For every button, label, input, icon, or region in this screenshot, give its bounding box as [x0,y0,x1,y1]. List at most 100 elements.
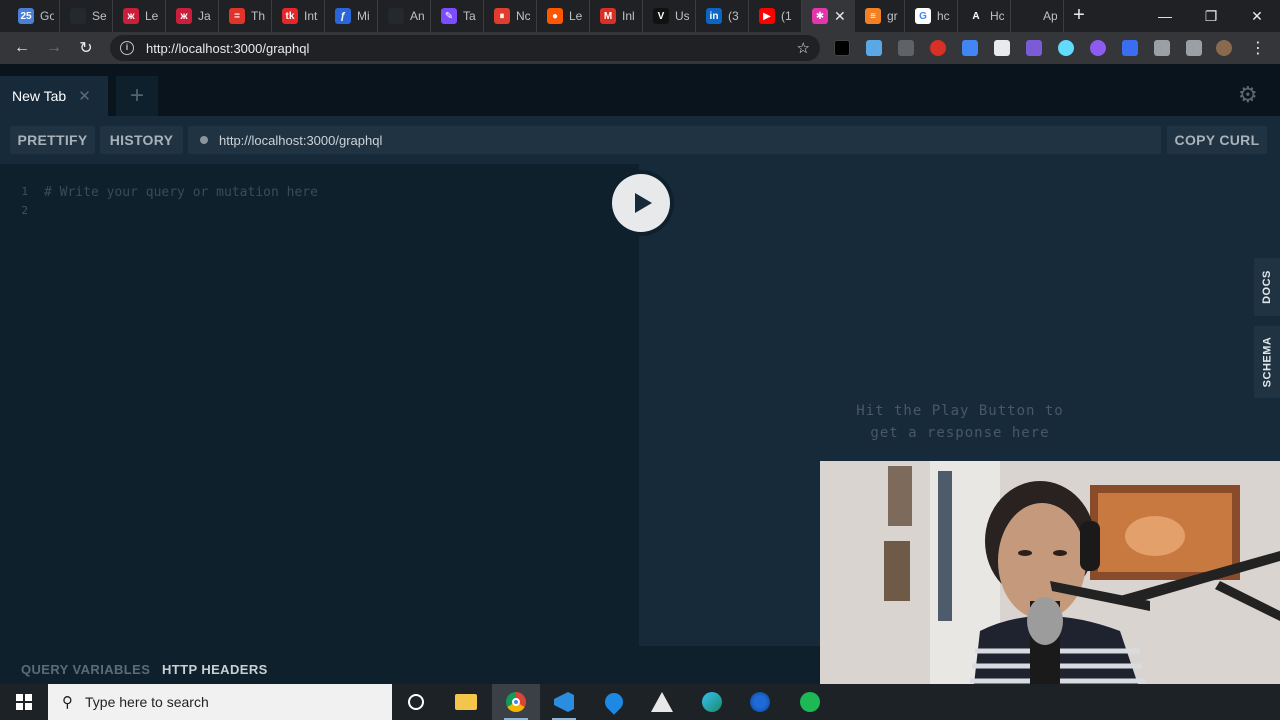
taskbar-search-placeholder[interactable]: Type here to search [85,694,209,710]
browser-tab-title: Nc [516,9,530,23]
endpoint-status-dot [200,136,208,144]
extension-shield-icon[interactable] [930,40,946,56]
new-tab-button[interactable]: + [1068,5,1090,27]
line-number: 2 [21,204,28,217]
http-headers-tab[interactable]: HTTP HEADERS [162,662,268,677]
close-window-button[interactable]: ✕ [1234,0,1280,32]
windows-start-button[interactable] [0,684,48,720]
reload-icon[interactable]: ↻ [74,36,98,60]
minimize-button[interactable]: — [1142,0,1188,32]
browser-tab[interactable]: tk Int [272,0,325,32]
schema-tab-label: SCHEMA [1261,336,1274,388]
browser-tab-title: Le [145,9,159,23]
query-editor[interactable]: 1 2 # Write your query or mutation here [0,164,639,646]
docs-tab[interactable]: DOCS [1254,258,1280,316]
settings-gear-icon[interactable]: ⚙ [1238,82,1258,108]
browser-tab[interactable]: Se [60,0,113,32]
extension-apollo-icon[interactable] [1090,40,1106,56]
browser-tab-title: Ta [463,9,476,23]
browser-tab[interactable]: A Hc [958,0,1011,32]
extension-reader-icon[interactable] [994,40,1010,56]
editor-placeholder: # Write your query or mutation here [44,185,318,200]
browser-tab-title: Th [251,9,265,23]
browser-tab-title: Mi [357,9,370,23]
browser-tab[interactable]: = Th [219,0,272,32]
tab-favicon-icon: ж [176,8,192,24]
chrome-taskbar-icon[interactable] [492,684,540,720]
playground-tab[interactable]: New Tab ✕ [0,76,108,116]
prettify-button[interactable]: PRETTIFY [10,126,95,154]
taskbar-search-box[interactable]: ⚲ Type here to search [48,684,392,720]
browser-tab[interactable]: ƒ Mi [325,0,378,32]
browser-tab[interactable]: ж Le [113,0,166,32]
chrome-menu-icon[interactable]: ⋮ [1246,36,1270,60]
docs-tab-label: DOCS [1261,270,1273,304]
reading-list-icon[interactable] [1186,40,1202,56]
schema-tab[interactable]: SCHEMA [1254,326,1280,398]
browser-tab[interactable]: ● Le [537,0,590,32]
inkscape-taskbar-icon[interactable] [638,684,686,720]
browser-tab-title: Int [304,9,318,23]
browser-tab[interactable]: Ghc [905,0,958,32]
address-bar-url[interactable]: http://localhost:3000/graphql [146,41,309,56]
bookmark-star-icon[interactable]: ☆ [797,39,810,57]
tab-favicon-icon: ƒ [335,8,351,24]
tab-favicon-icon [70,8,86,24]
result-hint-line2: get a response here [870,425,1050,441]
extensions-puzzle-icon[interactable] [1154,40,1170,56]
line-number: 1 [21,185,28,198]
tab-favicon-icon: ✎ [441,8,457,24]
browser-tab[interactable]: ≡ gr [855,0,905,32]
extension-react-icon[interactable] [1058,40,1074,56]
extension-bird-icon[interactable] [866,40,882,56]
copy-curl-button[interactable]: COPY CURL [1167,126,1267,154]
extension-cast-icon[interactable] [898,40,914,56]
browser-tab[interactable]: ж Ja [166,0,219,32]
browser-tab[interactable]: ✱ ✕ [802,0,855,32]
site-info-icon[interactable]: i [120,41,134,55]
file-explorer-icon[interactable] [442,684,490,720]
extension-translate-icon[interactable] [962,40,978,56]
cortana-icon[interactable] [392,684,440,720]
maps-taskbar-icon[interactable] [590,684,638,720]
browser-tab[interactable]: M Inl [590,0,643,32]
extension-play-icon[interactable] [834,40,850,56]
browser-tab-title: Hc [990,9,1004,23]
browser-tab-strip: 25 Go Se ж Le ж Ja = Th tk Int ƒ Mi An ✎ Ta ⏸ Nc ● Le M Inl V U… [0,0,1280,32]
close-tab-icon[interactable]: ✕ [834,8,846,25]
browser-tab[interactable]: V Us [643,0,696,32]
extension-badge-icon[interactable] [1026,40,1042,56]
profile-avatar[interactable] [1216,40,1232,56]
search-icon: ⚲ [62,694,73,711]
browser-tab[interactable]: ⏸ Nc [484,0,537,32]
browser-tab[interactable]: in (3 [696,0,749,32]
endpoint-input[interactable]: http://localhost:3000/graphql [188,126,1161,154]
execute-query-button[interactable] [608,170,674,236]
tab-favicon-icon: = [229,8,245,24]
tab-favicon-icon: ▶ [759,8,775,24]
restore-button[interactable]: ❐ [1188,0,1234,32]
address-bar[interactable]: i http://localhost:3000/graphql ☆ [110,35,820,61]
history-button[interactable]: HISTORY [100,126,183,154]
spotify-taskbar-icon[interactable] [786,684,834,720]
webcam-feed-image [820,461,1280,720]
browser-tab[interactable]: ✎ Ta [431,0,484,32]
browser-tab-title: Ja [198,9,211,23]
vscode-taskbar-icon[interactable] [540,684,588,720]
add-tab-button[interactable]: + [116,76,158,116]
play-button-circle [612,174,670,232]
browser-tab[interactable]: 25 Go [8,0,60,32]
tab-favicon-icon: A [968,8,984,24]
forward-icon[interactable]: → [42,36,66,60]
browser-tab[interactable]: An [378,0,431,32]
close-tab-icon[interactable]: ✕ [78,87,91,105]
browser-tab[interactable]: ▶ (1 [749,0,802,32]
endpoint-url[interactable]: http://localhost:3000/graphql [219,133,382,148]
back-icon[interactable]: ← [10,36,34,60]
query-variables-tab[interactable]: QUERY VARIABLES [21,662,150,677]
firefox-dev-taskbar-icon[interactable] [736,684,784,720]
extension-redux-icon[interactable] [1122,40,1138,56]
browser-tab-title: Inl [622,9,635,23]
browser-tab[interactable]: Ap [1011,0,1064,32]
edge-taskbar-icon[interactable] [688,684,736,720]
